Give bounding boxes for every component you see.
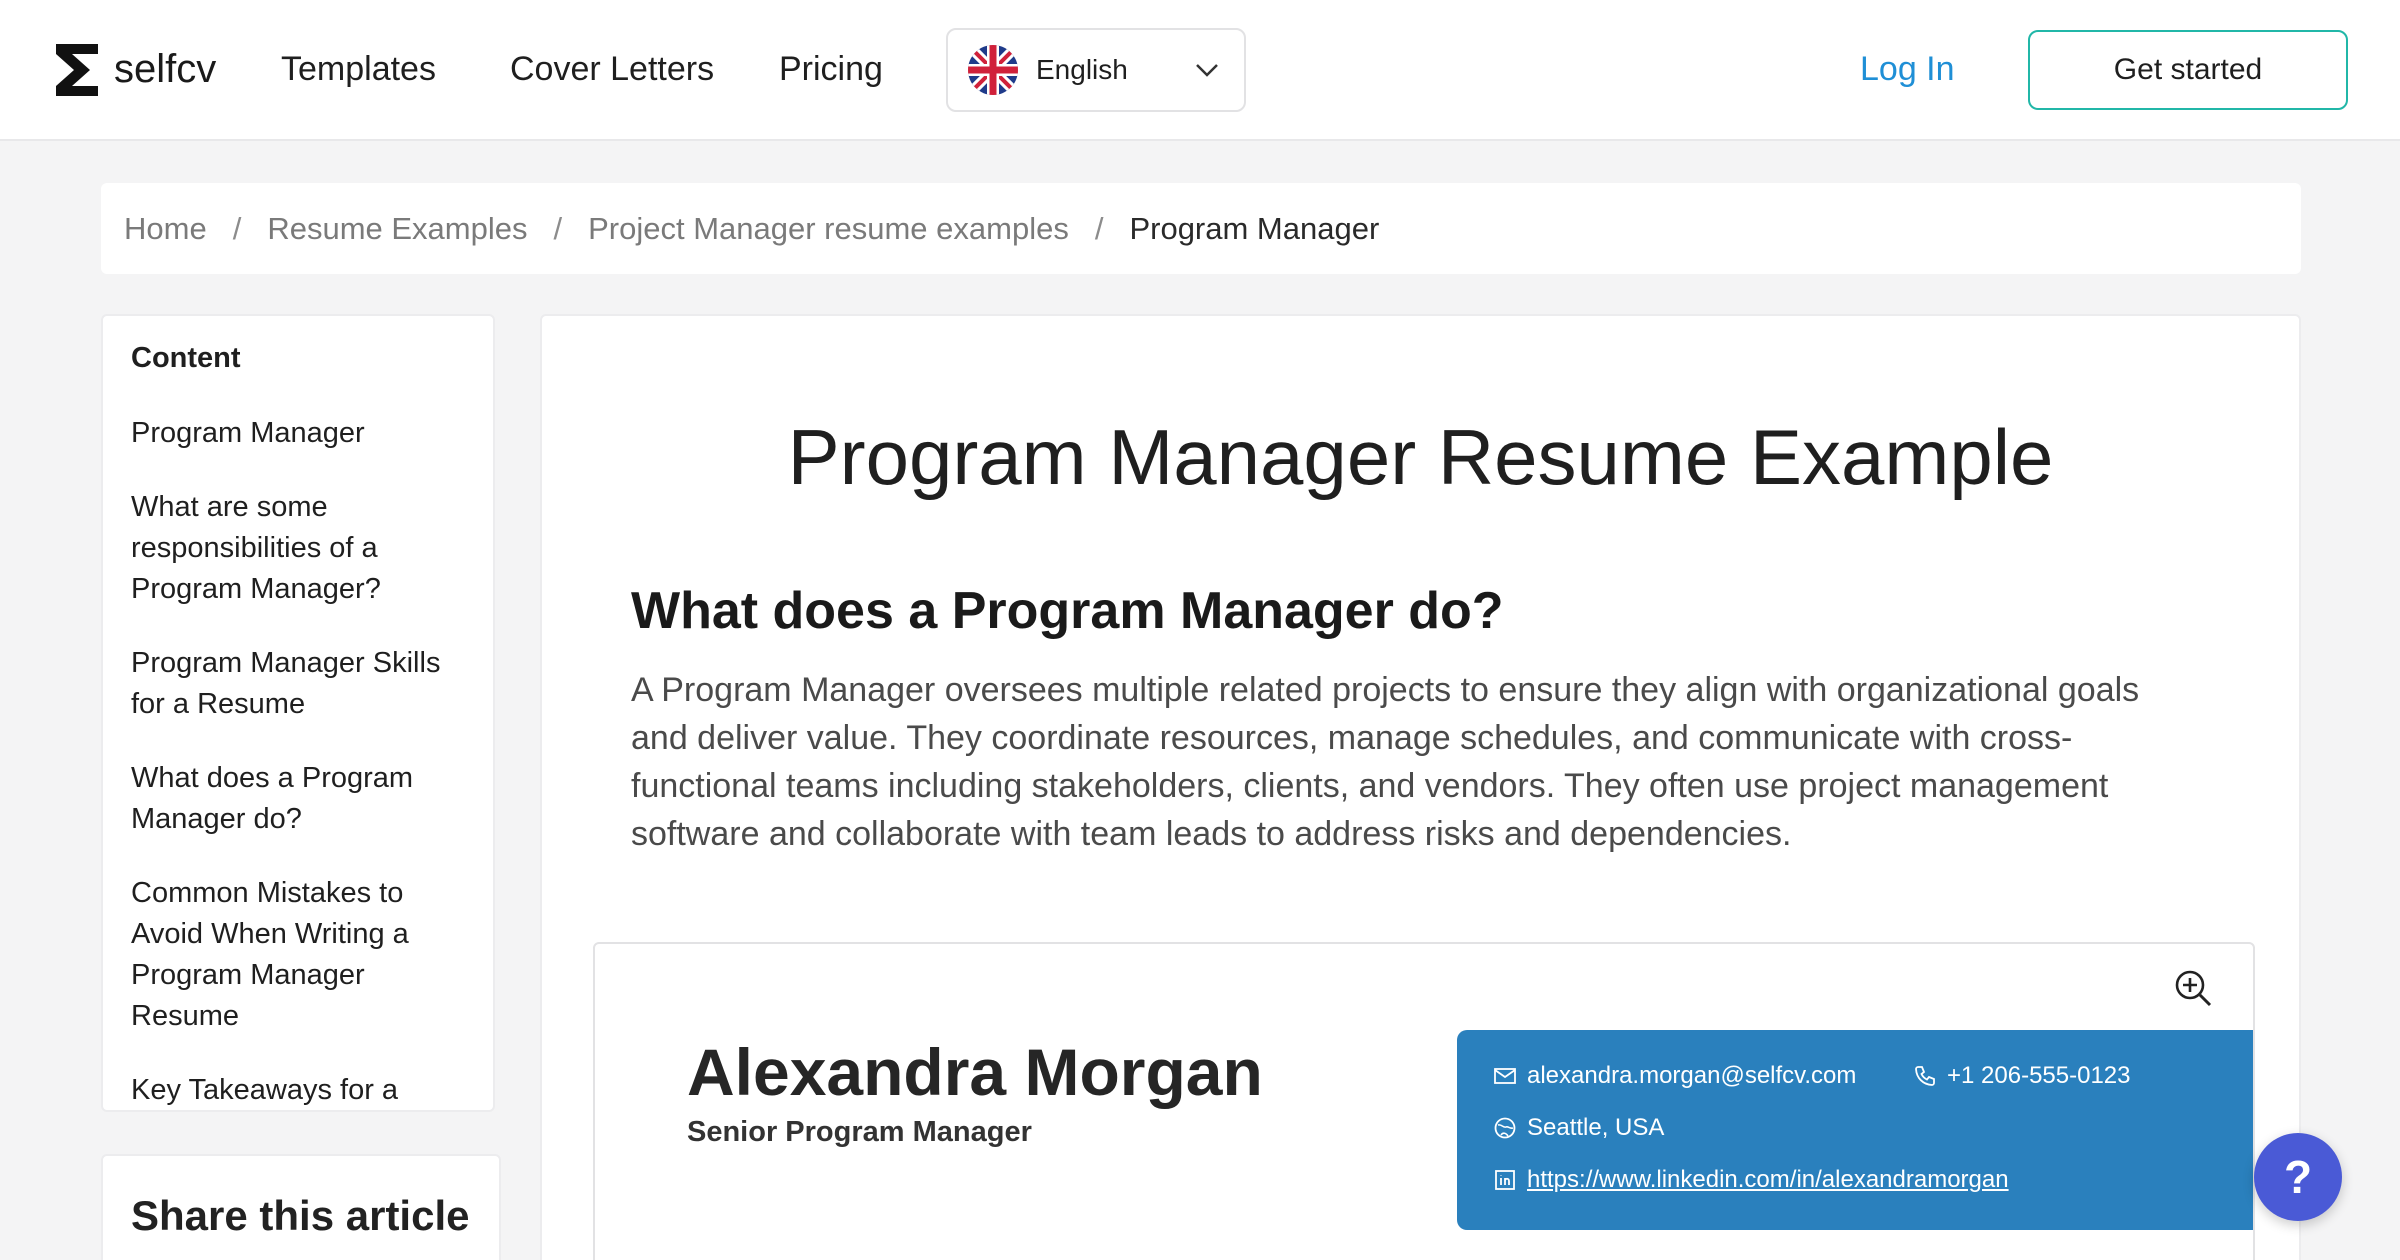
share-article-panel: Share this article <box>101 1154 501 1260</box>
help-button[interactable]: ? <box>2254 1133 2342 1221</box>
share-title: Share this article <box>131 1192 470 1239</box>
nav-templates[interactable]: Templates <box>281 50 436 89</box>
breadcrumb-separator: / <box>553 210 563 246</box>
language-selector[interactable]: English <box>946 28 1246 112</box>
contact-location-row: Seattle, USA <box>1493 1114 1664 1142</box>
breadcrumb-separator: / <box>1094 210 1104 246</box>
logo-text: selfcv <box>114 46 217 91</box>
chevron-down-icon <box>1196 64 1218 77</box>
breadcrumb-resume-examples[interactable]: Resume Examples <box>267 211 527 247</box>
resume-preview[interactable]: Alexandra Morgan Senior Program Manager … <box>593 942 2255 1260</box>
logo-icon <box>56 44 98 96</box>
get-started-button[interactable]: Get started <box>2028 30 2348 110</box>
contact-linkedin-row: https://www.linkedin.com/in/alexandramor… <box>1493 1166 2009 1194</box>
uk-flag-icon <box>968 45 1018 95</box>
globe-icon <box>1494 1117 1516 1139</box>
phone-icon <box>1915 1066 1935 1086</box>
contact-phone-row: +1 206-555-0123 <box>1913 1062 2131 1090</box>
section-paragraph: A Program Manager oversees multiple rela… <box>631 671 2140 853</box>
toc-item[interactable]: What does a Program Manager do? <box>131 758 465 840</box>
contact-linkedin-link[interactable]: https://www.linkedin.com/in/alexandramor… <box>1527 1166 2009 1194</box>
logo[interactable]: selfcv <box>52 40 216 98</box>
toc-title: Content <box>131 342 241 374</box>
contact-email-row: alexandra.morgan@selfcv.com <box>1493 1062 1856 1090</box>
resume-name: Alexandra Morgan <box>687 1035 1263 1109</box>
breadcrumb-project-manager[interactable]: Project Manager resume examples <box>588 211 1069 247</box>
contact-email: alexandra.morgan@selfcv.com <box>1527 1062 1857 1089</box>
zoom-in-icon[interactable] <box>2173 968 2213 1008</box>
mail-icon <box>1494 1068 1516 1084</box>
breadcrumb: Home / Resume Examples / Project Manager… <box>101 183 2301 274</box>
table-of-contents: Content Program Manager What are some re… <box>101 314 495 1112</box>
top-navbar: selfcv Templates Cover Letters Pricing E… <box>0 0 2400 141</box>
article-card: Program Manager Resume Example What does… <box>540 314 2301 1260</box>
toc-item[interactable]: Key Takeaways for a <box>131 1070 465 1110</box>
breadcrumb-home[interactable]: Home <box>124 211 207 247</box>
section-heading: What does a Program Manager do? <box>631 582 1504 640</box>
page-title: Program Manager Resume Example <box>787 413 2054 501</box>
toc-item[interactable]: Common Mistakes to Avoid When Writing a … <box>131 873 465 1037</box>
linkedin-icon <box>1495 1170 1515 1190</box>
nav-cover-letters[interactable]: Cover Letters <box>510 50 714 89</box>
resume-role: Senior Program Manager <box>687 1116 1032 1148</box>
language-label: English <box>1036 54 1128 85</box>
resume-contact-panel: alexandra.morgan@selfcv.com +1 206-555-0… <box>1457 1030 2253 1230</box>
toc-item[interactable]: Program Manager Skills for a Resume <box>131 643 465 725</box>
toc-item[interactable]: Program Manager <box>131 413 465 454</box>
contact-phone: +1 206-555-0123 <box>1947 1062 2131 1089</box>
toc-item[interactable]: What are some responsibilities of a Prog… <box>131 487 465 610</box>
login-link[interactable]: Log In <box>1860 50 1955 89</box>
breadcrumb-current: Program Manager <box>1129 210 1380 246</box>
nav-pricing[interactable]: Pricing <box>779 50 883 89</box>
contact-location: Seattle, USA <box>1527 1114 1665 1141</box>
breadcrumb-separator: / <box>232 210 242 246</box>
